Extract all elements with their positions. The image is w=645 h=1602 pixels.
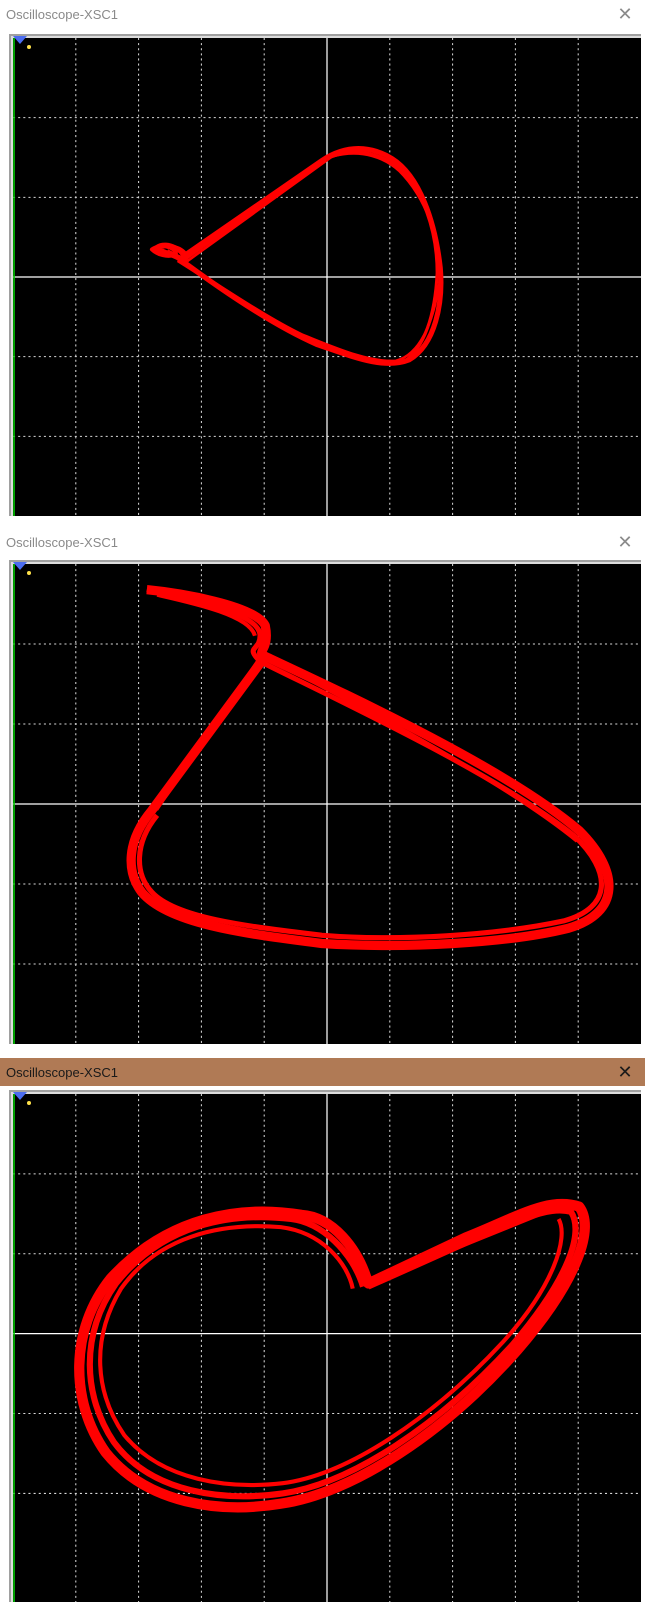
scope-screen[interactable] <box>13 564 641 1044</box>
center-axes <box>13 38 641 516</box>
oscilloscope-window-1: Oscilloscope-XSC1 ✕ <box>0 0 645 520</box>
scope-screen[interactable] <box>13 38 641 516</box>
lissajous-trace <box>149 146 444 366</box>
scope-frame <box>9 1090 641 1602</box>
window-titlebar[interactable]: Oscilloscope-XSC1 ✕ <box>0 0 645 28</box>
window-titlebar[interactable]: Oscilloscope-XSC1 ✕ <box>0 528 645 556</box>
trigger-marker-icon <box>13 36 31 49</box>
lissajous-trace <box>74 1198 590 1513</box>
center-axes <box>13 1094 641 1602</box>
window-title: Oscilloscope-XSC1 <box>6 6 118 22</box>
close-icon[interactable]: ✕ <box>613 1060 637 1084</box>
window-title: Oscilloscope-XSC1 <box>6 534 118 550</box>
scope-screen[interactable] <box>13 1094 641 1602</box>
window-titlebar[interactable]: Oscilloscope-XSC1 ✕ <box>0 1058 645 1086</box>
window-title: Oscilloscope-XSC1 <box>6 1064 118 1080</box>
close-icon[interactable]: ✕ <box>613 530 637 554</box>
scope-plot <box>13 1094 641 1602</box>
oscilloscope-window-3: Oscilloscope-XSC1 ✕ <box>0 1058 645 1602</box>
close-icon[interactable]: ✕ <box>613 2 637 26</box>
scope-plot <box>13 38 641 516</box>
scope-plot <box>13 564 641 1044</box>
oscilloscope-window-2: Oscilloscope-XSC1 ✕ <box>0 528 645 1048</box>
lissajous-trace <box>126 585 614 951</box>
scope-frame <box>9 34 641 516</box>
scope-frame <box>9 560 641 1044</box>
trigger-marker-icon <box>13 562 31 575</box>
trigger-marker-icon <box>13 1092 31 1105</box>
